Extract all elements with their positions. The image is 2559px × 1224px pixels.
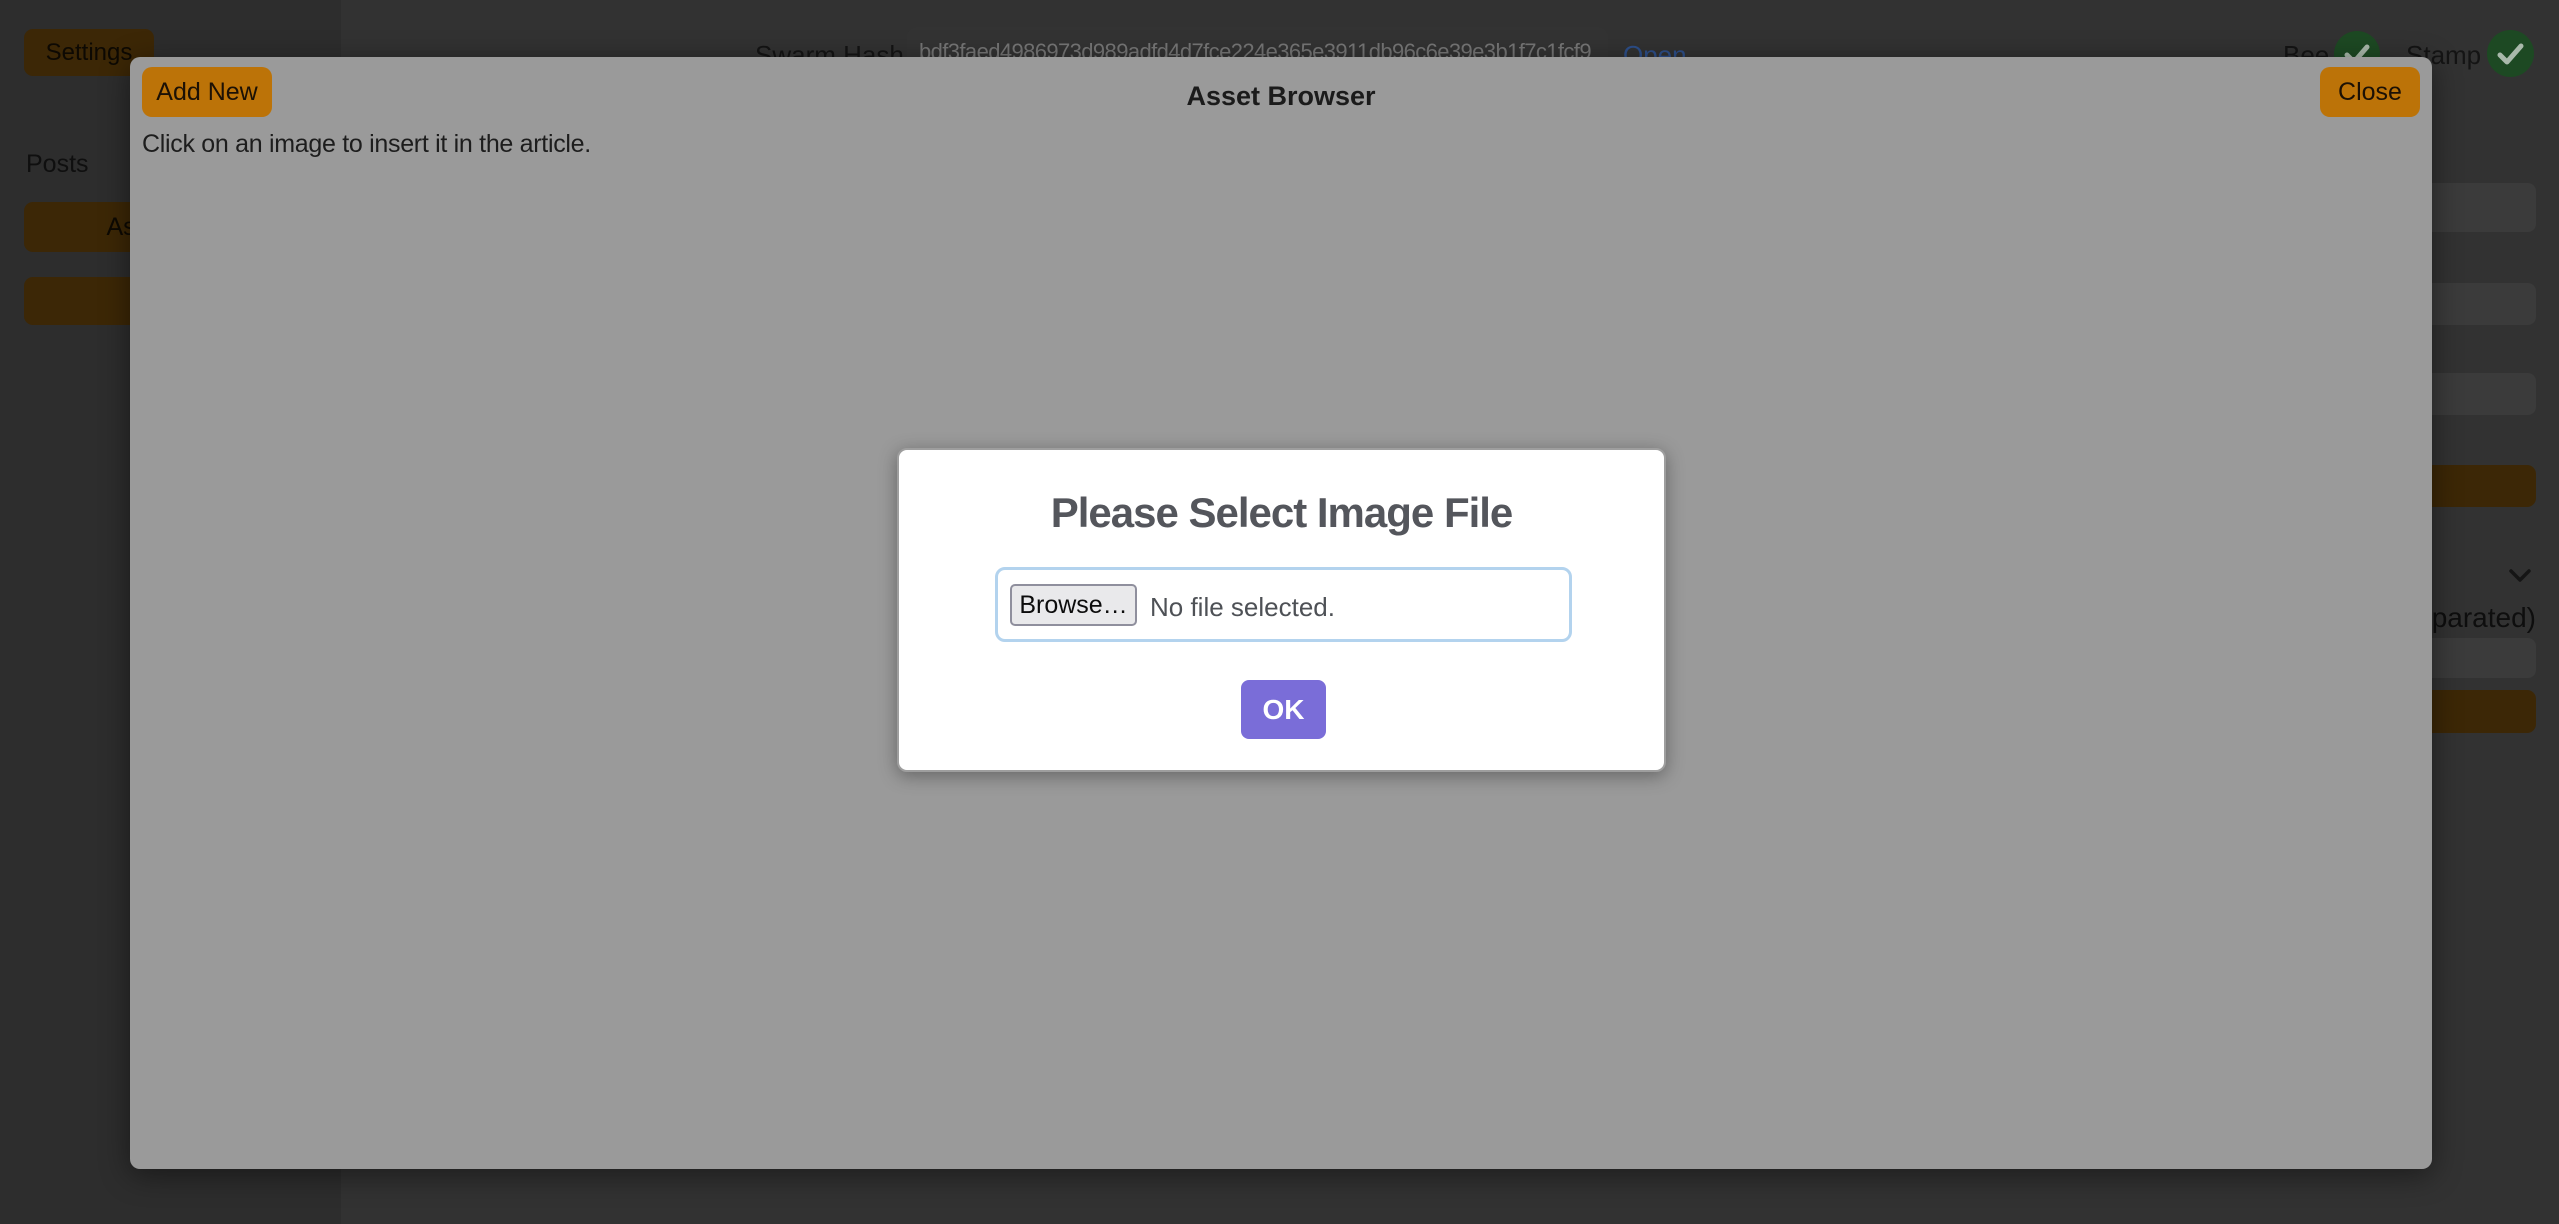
ok-button[interactable]: OK xyxy=(1241,680,1326,739)
asset-browser-title: Asset Browser xyxy=(130,81,2432,112)
file-input[interactable]: Browse… No file selected. xyxy=(995,567,1572,642)
asset-browser-caption: Click on an image to insert it in the ar… xyxy=(142,130,591,159)
chevron-down-icon[interactable] xyxy=(2506,566,2534,586)
browse-button[interactable]: Browse… xyxy=(1010,584,1137,626)
posts-heading: Posts xyxy=(26,150,89,179)
file-select-dialog: Please Select Image File Browse… No file… xyxy=(897,448,1666,772)
clipped-hint-text: parated) xyxy=(2432,602,2536,634)
dialog-title: Please Select Image File xyxy=(899,489,1664,537)
close-button[interactable]: Close xyxy=(2320,67,2420,117)
stamp-check-icon xyxy=(2487,30,2534,77)
no-file-selected-text: No file selected. xyxy=(1150,592,1335,623)
